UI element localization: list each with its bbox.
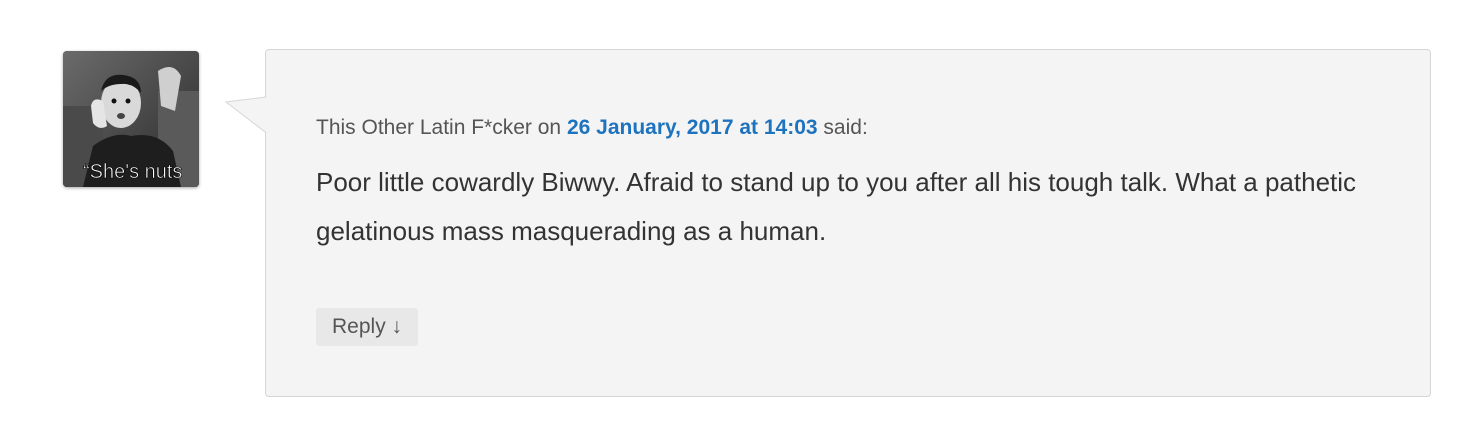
comment-author: This Other Latin F*cker bbox=[316, 116, 532, 139]
comment-date-link[interactable]: 26 January, 2017 at 14:03 bbox=[567, 116, 818, 139]
comment: “She's nuts This Other Latin F*cker on 2… bbox=[0, 0, 1460, 428]
avatar-image: “She's nuts bbox=[63, 51, 199, 187]
comment-said-text: said: bbox=[823, 116, 868, 139]
comment-on-text: on bbox=[537, 116, 562, 139]
bubble-pointer-icon bbox=[224, 96, 269, 137]
reply-button[interactable]: Reply ↓ bbox=[316, 308, 419, 346]
comment-bubble: This Other Latin F*cker on 26 January, 2… bbox=[265, 49, 1431, 397]
comment-meta: This Other Latin F*cker on 26 January, 2… bbox=[316, 116, 868, 140]
reply-label: Reply bbox=[332, 315, 386, 338]
avatar: “She's nuts bbox=[63, 51, 199, 187]
avatar-caption: “She's nuts bbox=[83, 161, 182, 183]
comment-text: Poor little cowardly Biwwy. Afraid to st… bbox=[316, 167, 1357, 246]
reply-arrow-icon: ↓ bbox=[391, 315, 403, 338]
